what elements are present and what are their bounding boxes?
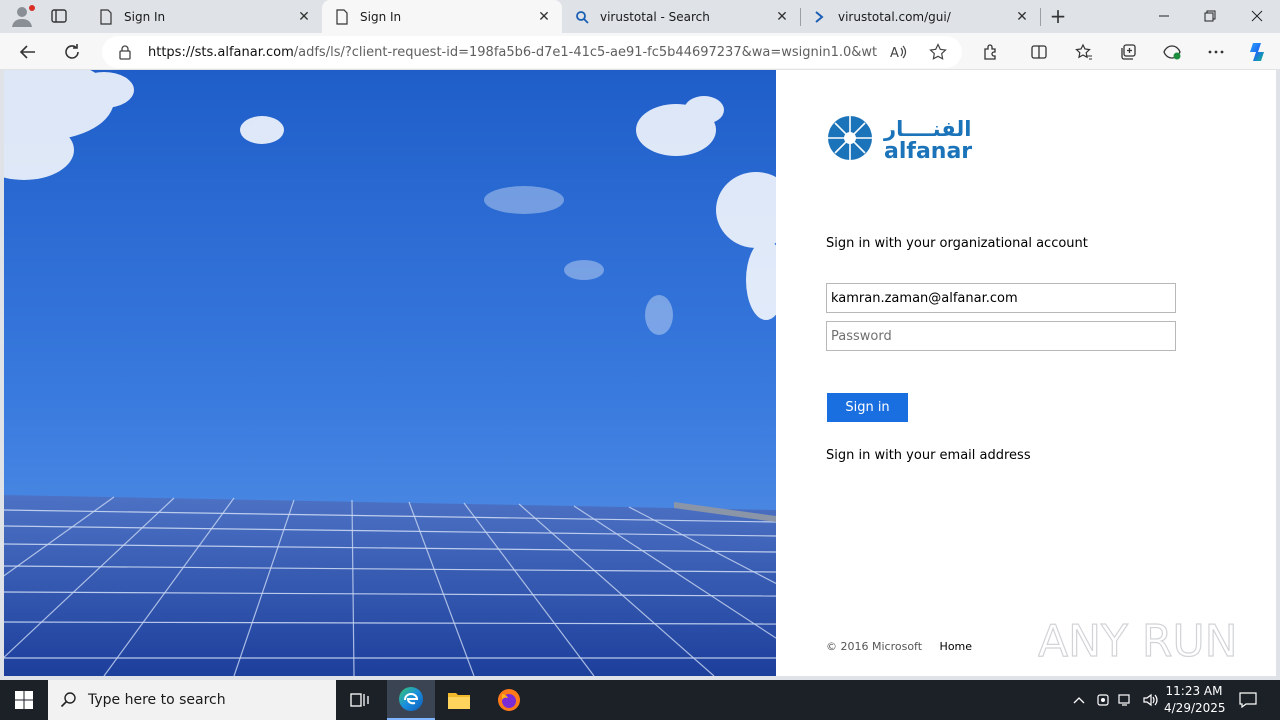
split-screen-icon[interactable] — [1025, 38, 1053, 66]
page-icon — [98, 8, 114, 25]
tab-strip: Sign In ✕ Sign In ✕ virustotal - Search … — [0, 0, 1280, 33]
system-clock[interactable]: 11:23 AM 4/29/2025 — [1164, 683, 1226, 717]
tab-title: virustotal - Search — [600, 9, 710, 24]
favorite-star-icon[interactable] — [924, 38, 952, 66]
volume-icon[interactable] — [1140, 680, 1162, 720]
svg-text:A: A — [890, 46, 899, 61]
profile-avatar-icon[interactable] — [8, 4, 36, 28]
home-link[interactable]: Home — [940, 640, 972, 653]
edge-browser-icon[interactable] — [387, 680, 435, 720]
firefox-icon[interactable] — [485, 680, 533, 720]
url-host: https://sts.alfanar.com — [148, 44, 294, 60]
restore-icon[interactable] — [1187, 0, 1233, 32]
sign-in-panel: الفنــــار alfanar Sign in with your org… — [776, 70, 1276, 676]
password-input[interactable] — [826, 321, 1176, 351]
watermark-text: ANY RUN — [1038, 616, 1238, 667]
tab-title: Sign In — [360, 9, 402, 24]
alfanar-logo: الفنــــار alfanar — [826, 112, 976, 164]
more-menu-icon[interactable] — [1202, 38, 1230, 66]
copyright-text: © 2016 Microsoft — [826, 640, 923, 653]
taskbar-search-box[interactable]: Type here to search — [48, 680, 336, 720]
tab-virustotal-gui[interactable]: virustotal.com/gui/ ✕ — [800, 0, 1040, 33]
network-icon[interactable] — [1116, 680, 1136, 720]
close-window-icon[interactable] — [1234, 0, 1280, 32]
web-page: الفنــــار alfanar Sign in with your org… — [4, 70, 1276, 676]
tab-virustotal-search[interactable]: virustotal - Search ✕ — [562, 0, 800, 33]
security-icon[interactable] — [1093, 680, 1113, 720]
notifications-icon[interactable] — [1232, 680, 1264, 720]
tab-sign-in-1[interactable]: Sign In ✕ — [86, 0, 322, 33]
logo-latin-text: alfanar — [884, 139, 972, 164]
read-aloud-icon[interactable]: A — [884, 38, 912, 66]
refresh-icon[interactable] — [58, 38, 86, 66]
tab-title: Sign In — [124, 9, 166, 24]
close-icon[interactable]: ✕ — [1014, 9, 1030, 25]
page-icon — [334, 8, 350, 25]
collections-icon[interactable] — [1114, 38, 1142, 66]
search-placeholder: Type here to search — [88, 692, 226, 708]
favorites-icon[interactable] — [1070, 38, 1098, 66]
solar-panel-illustration — [4, 70, 776, 676]
page-footer: © 2016 Microsoft Home — [826, 640, 972, 653]
extensions-icon[interactable] — [977, 38, 1005, 66]
tab-separator — [1040, 8, 1041, 26]
anyrun-watermark: ANY RUN — [1037, 608, 1238, 668]
minimize-icon[interactable] — [1141, 0, 1187, 32]
logo-arabic-text: الفنــــار — [883, 117, 971, 141]
lock-icon[interactable] — [118, 44, 134, 60]
back-arrow-icon[interactable] — [14, 38, 42, 66]
new-tab-button[interactable]: + — [1046, 4, 1070, 28]
task-view-icon[interactable] — [336, 680, 384, 720]
url-text: https://sts.alfanar.com/adfs/ls/?client-… — [148, 45, 878, 60]
username-input[interactable] — [826, 283, 1176, 313]
close-icon[interactable]: ✕ — [774, 9, 790, 25]
windows-taskbar: Type here to search 11:23 AM 4/29/2025 — [0, 680, 1280, 720]
file-explorer-icon[interactable] — [435, 680, 483, 720]
tab-title: virustotal.com/gui/ — [838, 9, 951, 24]
clock-date: 4/29/2025 — [1164, 701, 1226, 715]
search-icon — [574, 9, 590, 25]
close-icon[interactable]: ✕ — [296, 9, 312, 25]
tab-actions-icon[interactable] — [48, 6, 70, 26]
close-icon[interactable]: ✕ — [536, 9, 552, 25]
address-bar[interactable]: https://sts.alfanar.com/adfs/ls/?client-… — [102, 36, 962, 68]
copilot-icon[interactable] — [1244, 38, 1272, 66]
sign-in-button[interactable]: Sign in — [827, 393, 908, 422]
sign-in-email-link[interactable]: Sign in with your email address — [826, 448, 1031, 463]
show-hidden-icons-icon[interactable] — [1068, 680, 1090, 720]
browser-essentials-icon[interactable] — [1158, 38, 1186, 66]
virustotal-icon — [812, 9, 828, 25]
search-icon — [60, 691, 78, 709]
windows-start-icon[interactable] — [0, 680, 48, 720]
url-path: /adfs/ls/?client-request-id=198fa5b6-d7e… — [293, 44, 878, 60]
sign-in-heading: Sign in with your organizational account — [826, 236, 1088, 251]
clock-time: 11:23 AM — [1165, 684, 1223, 698]
browser-toolbar: https://sts.alfanar.com/adfs/ls/?client-… — [0, 33, 1280, 70]
tab-sign-in-2[interactable]: Sign In ✕ — [322, 0, 562, 33]
